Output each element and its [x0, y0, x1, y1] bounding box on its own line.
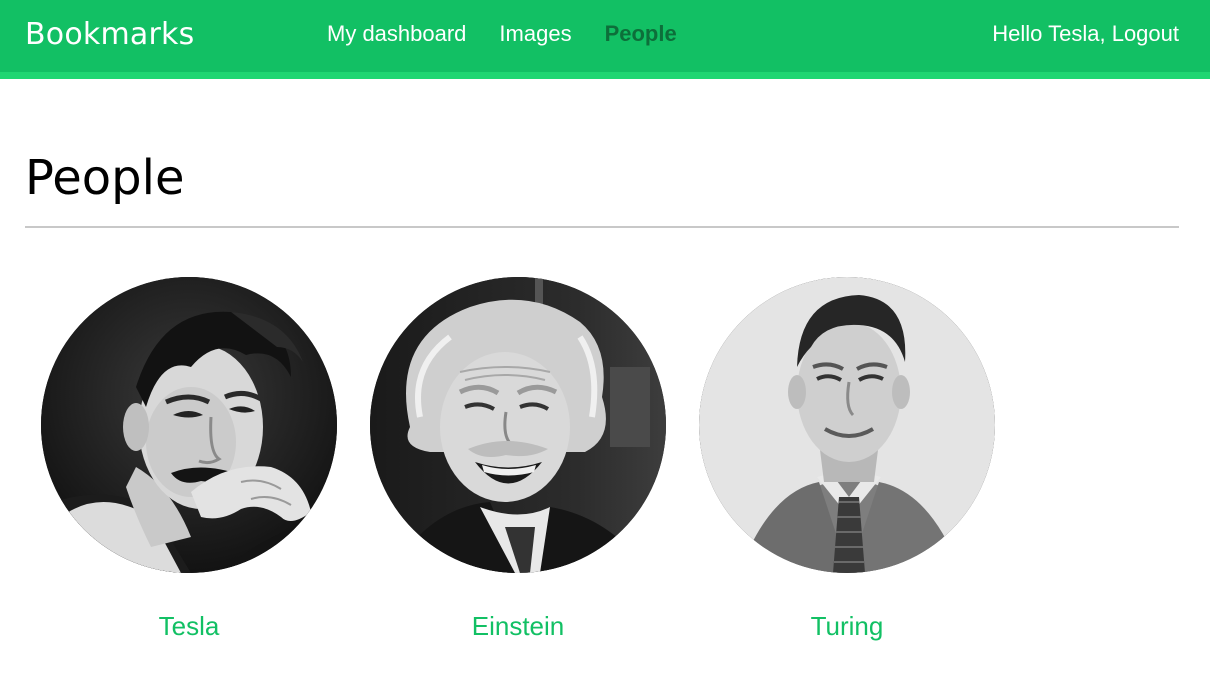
title-divider — [25, 226, 1179, 228]
person-name-link[interactable]: Einstein — [472, 611, 565, 642]
portrait-photo-icon — [370, 277, 666, 573]
person-card: Tesla — [41, 277, 337, 642]
nav-link-dashboard[interactable]: My dashboard — [327, 21, 466, 46]
person-card: Einstein — [370, 277, 666, 642]
portrait-photo-icon — [41, 277, 337, 573]
person-avatar-link[interactable] — [41, 277, 337, 573]
site-header: Bookmarks My dashboard Images People Hel… — [0, 0, 1210, 79]
people-list: Tesla Einstein Turing — [41, 277, 1028, 642]
person-avatar-link[interactable] — [370, 277, 666, 573]
main-nav: My dashboard Images People — [327, 21, 710, 47]
nav-link-people[interactable]: People — [605, 21, 677, 46]
person-avatar-link[interactable] — [699, 277, 995, 573]
nav-item-people: People — [605, 21, 677, 47]
user-greeting: Hello Tesla, — [992, 21, 1106, 46]
page-title: People — [25, 150, 185, 206]
user-menu: Hello Tesla, Logout — [992, 21, 1179, 47]
nav-item-dashboard: My dashboard — [327, 21, 466, 47]
person-name-link[interactable]: Tesla — [159, 611, 220, 642]
nav-link-images[interactable]: Images — [499, 21, 571, 46]
nav-item-images: Images — [499, 21, 571, 47]
portrait-photo-icon — [699, 277, 995, 573]
logout-link[interactable]: Logout — [1112, 21, 1179, 46]
person-name-link[interactable]: Turing — [811, 611, 884, 642]
site-logo-link[interactable]: Bookmarks — [25, 17, 194, 52]
person-card: Turing — [699, 277, 995, 642]
